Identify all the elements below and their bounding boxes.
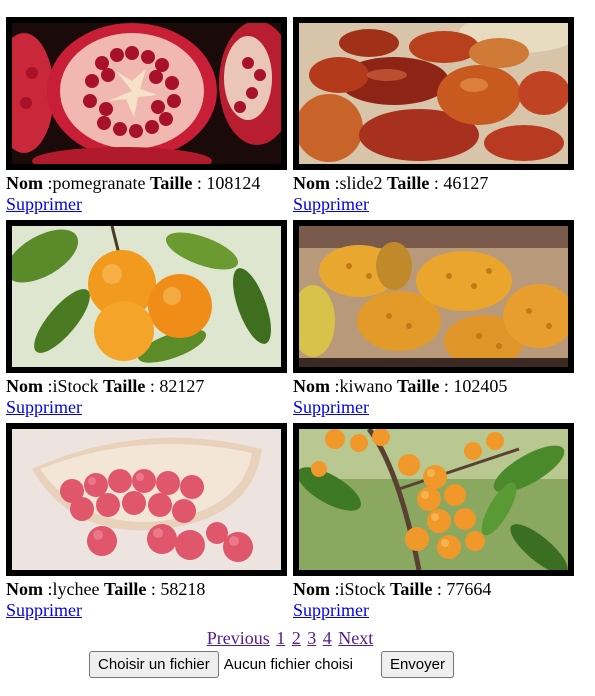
image-size: : 77664 — [432, 579, 492, 599]
delete-link[interactable]: Supprimer — [6, 396, 296, 418]
image-name: :iStock — [330, 579, 391, 599]
image-grid: Nom :pomegranate Taille : 108124 Supprim… — [0, 0, 595, 620]
oranges-image — [12, 226, 281, 367]
image-frame — [6, 220, 287, 373]
pagination: Previous 1 2 3 4 Next — [0, 626, 580, 650]
image-frame — [6, 17, 287, 170]
next-link[interactable]: Next — [338, 628, 373, 648]
image-frame — [293, 423, 574, 576]
image-size: : 108124 — [192, 173, 261, 193]
size-label: Taille — [103, 376, 146, 396]
image-size: : 58218 — [146, 579, 206, 599]
image-frame — [6, 423, 287, 576]
name-label: Nom — [293, 579, 330, 599]
image-size: : 102405 — [439, 376, 508, 396]
page-link-1[interactable]: 1 — [276, 628, 285, 648]
size-label: Taille — [103, 579, 147, 599]
name-label: Nom — [6, 173, 43, 193]
image-caption: Nom :slide2 Taille : 46127 — [293, 173, 583, 193]
name-label: Nom — [293, 376, 330, 396]
delete-link[interactable]: Supprimer — [293, 599, 583, 621]
delete-link[interactable]: Supprimer — [6, 193, 296, 215]
image-frame — [293, 220, 574, 373]
name-label: Nom — [6, 376, 43, 396]
image-card: Nom :kiwano Taille : 102405 Supprimer — [293, 220, 583, 418]
image-name: :slide2 — [330, 173, 387, 193]
image-card: Nom :lychee Taille : 58218 Supprimer — [6, 423, 296, 621]
submit-button[interactable]: Envoyer — [380, 651, 454, 678]
image-size: : 46127 — [429, 173, 489, 193]
dates-image — [299, 23, 568, 164]
size-label: Taille — [397, 376, 440, 396]
image-caption: Nom :iStock Taille : 77664 — [293, 579, 583, 599]
image-card: Nom :iStock Taille : 82127 Supprimer — [6, 220, 296, 418]
image-caption: Nom :iStock Taille : 82127 — [6, 376, 296, 396]
pomegranate-image — [12, 23, 281, 164]
image-caption: Nom :lychee Taille : 58218 — [6, 579, 296, 599]
no-file-text: Aucun fichier choisi — [223, 656, 353, 673]
previous-link[interactable]: Previous — [207, 628, 270, 648]
size-label: Taille — [390, 579, 433, 599]
image-name: :pomegranate — [43, 173, 150, 193]
image-size: : 82127 — [145, 376, 205, 396]
image-card: Nom :pomegranate Taille : 108124 Supprim… — [6, 17, 296, 215]
delete-link[interactable]: Supprimer — [293, 396, 583, 418]
lychee-image — [12, 429, 281, 570]
image-caption: Nom :pomegranate Taille : 108124 — [6, 173, 296, 193]
size-label: Taille — [387, 173, 430, 193]
delete-link[interactable]: Supprimer — [293, 193, 583, 215]
page-link-2[interactable]: 2 — [292, 628, 301, 648]
delete-link[interactable]: Supprimer — [6, 599, 296, 621]
image-caption: Nom :kiwano Taille : 102405 — [293, 376, 583, 396]
image-name: :lychee — [43, 579, 104, 599]
page-link-3[interactable]: 3 — [307, 628, 316, 648]
image-card: Nom :slide2 Taille : 46127 Supprimer — [293, 17, 583, 215]
image-name: :iStock — [43, 376, 104, 396]
name-label: Nom — [293, 173, 330, 193]
image-frame — [293, 17, 574, 170]
size-label: Taille — [149, 173, 193, 193]
page-link-4[interactable]: 4 — [323, 628, 332, 648]
upload-form: Choisir un fichier Aucun fichier choisi … — [89, 651, 454, 678]
image-name: :kiwano — [330, 376, 397, 396]
choose-file-button[interactable]: Choisir un fichier — [89, 651, 219, 678]
name-label: Nom — [6, 579, 43, 599]
kiwano-image — [299, 226, 568, 367]
image-card: Nom :iStock Taille : 77664 Supprimer — [293, 423, 583, 621]
apricots-image — [299, 429, 568, 570]
